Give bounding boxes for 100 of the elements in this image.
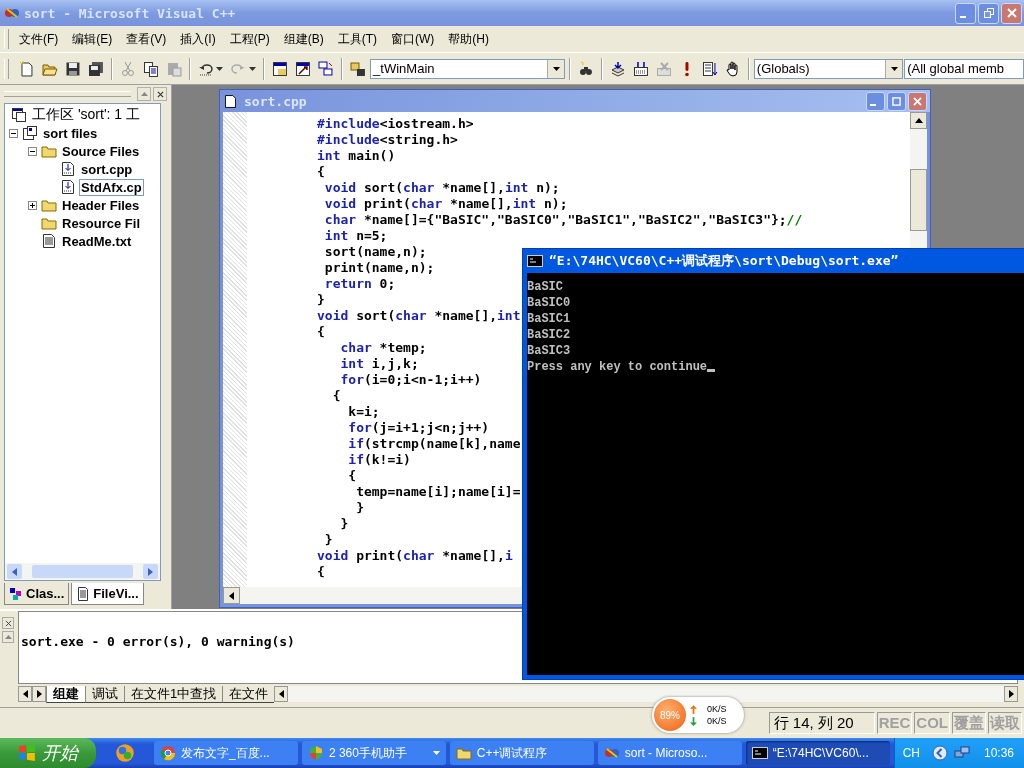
status-indicator: 读取 [988,712,1022,734]
expand-icon[interactable] [28,200,37,210]
dropdown-button[interactable] [547,59,565,78]
taskbar-button[interactable]: C++调试程序 [449,741,594,765]
menu-item[interactable]: 文件(F) [15,28,63,50]
code-line: } [317,292,325,308]
view-tab[interactable]: FileVi... [71,583,144,605]
up-arrow-icon [914,118,923,123]
clock: 10:36 [983,746,1014,760]
source-file-icon [60,161,76,177]
caret-icon [890,66,898,71]
folder-icon [455,745,472,761]
taskbar-button[interactable]: 2 360手机助手 [301,741,446,765]
scroll-thumb[interactable] [910,169,927,231]
code-line: if(k!=i) [347,452,411,468]
menu-item[interactable]: 查看(V) [122,28,171,50]
view-tab[interactable]: Clas... [4,583,70,605]
code-line: return 0; [323,276,396,292]
tree-item[interactable]: Header Files [60,196,142,214]
tree-item[interactable]: StdAfx.cp [79,178,144,196]
output-tab[interactable]: 调试 [85,685,124,703]
windows-flag-icon [17,744,36,762]
code-line: } [355,500,364,516]
scroll-up-button[interactable] [910,112,927,129]
function-combo[interactable]: _tWinMain [370,58,566,79]
code-line: { [347,468,357,484]
code-line: for(j=i+1;j<n;j++) [347,420,490,436]
minimize-button[interactable] [866,91,885,111]
horizontal-scrollbar[interactable] [274,686,1018,702]
scroll-left-button[interactable] [18,686,32,702]
status-indicator: REC [876,712,913,734]
code-line: for(i=0;i<n-1;i++) [339,372,482,388]
app-icon [603,745,620,761]
code-line: void sort(char *name[],int n); [323,180,560,196]
dropdown-button[interactable] [885,59,903,78]
caret-icon[interactable] [249,66,257,71]
scroll-left-button[interactable] [223,587,240,604]
file-icon [76,586,91,601]
load-gauge: 89% [654,699,686,731]
right-arrow-icon[interactable] [1008,690,1014,698]
code-line: { [331,388,341,404]
output-tab[interactable]: 在文件1中查找 [124,685,223,703]
console-line: Press any key to continue [527,359,708,375]
scope-combo[interactable]: (Globals) [753,58,904,79]
minimize-icon [960,16,966,18]
document-title: sort.cpp [244,93,307,109]
code-line: } [323,532,333,548]
left-arrow-icon[interactable] [278,690,284,698]
menu-item[interactable]: 插入(I) [176,28,220,50]
restore-icon [983,8,994,18]
network-icon[interactable] [953,745,970,761]
menu-item[interactable]: 编辑(E) [68,28,117,50]
taskbar-button[interactable]: sort - Microso... [597,741,742,765]
code-line: temp=name[i];name[i]= [355,484,521,500]
folder-icon [41,215,57,231]
code-line: } [339,516,349,532]
close-icon [156,90,164,98]
classes-icon [9,586,23,601]
menu-item[interactable]: 帮助(H) [444,28,493,50]
maximize-icon [892,96,901,106]
status-indicator: COL [914,712,950,734]
close-button[interactable] [2,617,14,629]
source-file-icon [60,179,76,195]
restore-button[interactable] [978,2,999,24]
text-file-icon [41,233,57,249]
taskbar-button[interactable]: “E:\74HC\VC60\... [745,741,890,765]
output-tab[interactable]: 组建 [46,685,85,703]
workspace-root[interactable]: 工作区 'sort': 1 工 [30,105,143,125]
members-combo[interactable]: (All global memb [904,58,1024,79]
document-icon [225,94,236,108]
menu-item[interactable]: 工程(P) [225,28,274,50]
tree-item[interactable]: sort.cpp [79,160,135,178]
quick-launch-icon[interactable] [114,743,135,763]
console-line: BaSIC1 [527,311,571,327]
close-icon [4,619,12,627]
minimize-icon [870,104,876,106]
start-button[interactable]: 开始 [0,738,96,768]
minimize-button[interactable] [955,2,976,24]
tree-item[interactable]: Resource Fil [60,214,143,232]
menu-item[interactable]: 组建(B) [279,28,328,50]
code-line: #include<string.h> [317,132,458,148]
left-arrow-icon [22,690,28,698]
folder-icon [41,197,57,213]
collapse-icon[interactable] [28,146,37,156]
upload-rate: 0K/S [707,704,727,714]
scroll-right-button[interactable] [32,686,46,702]
tree-item[interactable]: Source Files [60,142,142,160]
close-button[interactable] [153,87,167,101]
caret-icon[interactable] [216,66,224,71]
collapse-icon[interactable] [9,128,18,138]
text-cursor [707,369,716,372]
triangle-icon [140,92,148,96]
menu-item[interactable]: 工具(T) [333,28,381,50]
tree-item[interactable]: sort files [41,124,100,142]
taskbar-button[interactable]: 发布文字_百度... [153,741,298,765]
chevron-icon[interactable] [931,745,948,761]
code-line: print(name,n); [323,260,435,276]
tree-item[interactable]: ReadMe.txt [60,232,134,250]
menu-item[interactable]: 窗口(W) [387,28,439,50]
project-icon [22,125,38,141]
